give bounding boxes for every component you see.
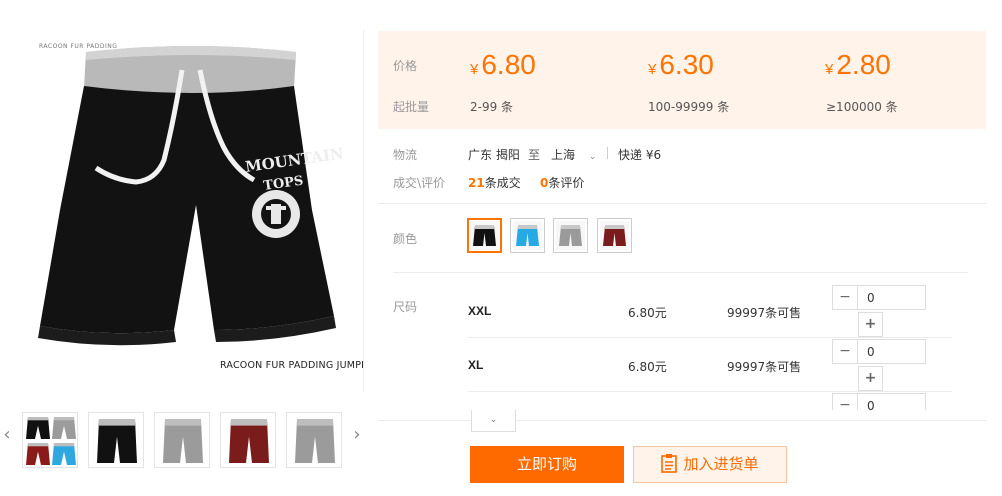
- add-to-cart-button[interactable]: 加入进货单: [633, 446, 787, 483]
- deals-link[interactable]: 21条成交: [468, 174, 521, 191]
- currency-symbol: ¥: [470, 61, 479, 78]
- thumbnail-grey[interactable]: [154, 412, 210, 468]
- divider: [378, 420, 986, 421]
- decrement-button[interactable]: −: [833, 286, 858, 309]
- price-label: 价格: [393, 59, 418, 73]
- shipping-fee: 快递 ¥6: [618, 148, 662, 162]
- order-now-button[interactable]: 立即订购: [470, 446, 624, 483]
- price-tier-3: ¥2.80: [825, 49, 891, 81]
- thumbnail-grey-2[interactable]: [286, 412, 342, 468]
- tier-range-3: ≥100000 条: [826, 100, 898, 114]
- quantity-input[interactable]: 0: [867, 345, 875, 359]
- image-caption: RACOON FUR PADDING JUMPER: [220, 360, 364, 371]
- divider: [468, 337, 952, 338]
- size-price-xl: 6.80元: [628, 360, 667, 374]
- size-name-xl: XL: [468, 358, 484, 372]
- currency-symbol: ¥: [648, 61, 657, 78]
- prev-thumbnail-button[interactable]: ‹: [0, 420, 14, 450]
- thumbnail-multi-color[interactable]: [22, 412, 78, 468]
- next-thumbnail-button[interactable]: ›: [350, 420, 364, 450]
- thumbnail-black[interactable]: [88, 412, 144, 468]
- price-panel: 价格 起批量 ¥6.80 ¥6.30 ¥2.80 2-99 条 100-9999…: [378, 31, 986, 129]
- color-label: 颜色: [393, 232, 418, 246]
- deals-count: 21: [468, 176, 485, 190]
- tier-range-2: 100-99999 条: [648, 100, 730, 114]
- decrement-button[interactable]: −: [833, 340, 858, 363]
- expand-sizes-button[interactable]: ⌄: [471, 410, 516, 432]
- shorts-image: MOUNTAIN TOPS: [38, 46, 345, 346]
- color-swatch-wine-red[interactable]: [597, 218, 632, 253]
- image-caption-top: RACOON FUR PADDING: [39, 43, 118, 50]
- thumbnail-wine-red[interactable]: [220, 412, 276, 468]
- clipboard-icon: [661, 454, 678, 473]
- moq-label: 起批量: [393, 100, 430, 114]
- quantity-stepper-xl: − 0: [832, 339, 926, 364]
- thumbnail-carousel: ‹ ›: [0, 408, 372, 470]
- increment-button[interactable]: +: [858, 312, 883, 337]
- tier-price: 2.80: [836, 49, 891, 80]
- quantity-stepper-partial: − 0: [832, 393, 926, 410]
- size-stock-xl: 99997条可售: [727, 360, 802, 374]
- quantity-stepper: − 0: [832, 393, 926, 410]
- ship-from: 广东 揭阳: [468, 148, 520, 162]
- destination-value: 上海: [551, 148, 576, 162]
- divider: [393, 272, 968, 273]
- currency-symbol: ¥: [825, 61, 834, 78]
- logistics-label: 物流: [393, 148, 418, 162]
- increment-button[interactable]: +: [858, 366, 883, 391]
- destination-select[interactable]: 上海 ⌄: [551, 146, 596, 163]
- main-product-image[interactable]: MOUNTAIN TOPS RACOON FUR PADDING RACOON …: [14, 30, 364, 392]
- price-tier-2: ¥6.30: [648, 49, 714, 81]
- size-price-xxl: 6.80元: [628, 306, 667, 320]
- quantity-input[interactable]: 0: [867, 399, 875, 410]
- divider: [378, 203, 986, 204]
- color-swatch-blue[interactable]: [510, 218, 545, 253]
- size-stock-xxl: 99997条可售: [727, 306, 802, 320]
- tier-price: 6.30: [659, 49, 714, 80]
- size-name-xxl: XXL: [468, 304, 492, 318]
- reviews-link[interactable]: 0条评价: [540, 174, 584, 191]
- tier-price: 6.80: [481, 49, 536, 80]
- quantity-input[interactable]: 0: [867, 291, 875, 305]
- price-tier-1: ¥6.80: [470, 49, 536, 81]
- tier-range-1: 2-99 条: [470, 100, 514, 114]
- quantity-stepper-xxl: − 0: [832, 285, 926, 310]
- trades-label: 成交\评价: [393, 176, 446, 190]
- separator: [607, 147, 608, 159]
- chevron-down-icon: ⌄: [588, 152, 597, 162]
- ship-to-word: 至: [528, 148, 541, 162]
- deals-text: 条成交: [484, 176, 521, 190]
- color-swatch-grey[interactable]: [553, 218, 588, 253]
- divider: [468, 391, 952, 392]
- color-swatch-black[interactable]: [467, 218, 502, 253]
- reviews-text: 条评价: [548, 176, 585, 190]
- add-to-cart-label: 加入进货单: [683, 455, 759, 473]
- size-label: 尺码: [393, 300, 418, 314]
- decrement-button[interactable]: −: [833, 394, 858, 410]
